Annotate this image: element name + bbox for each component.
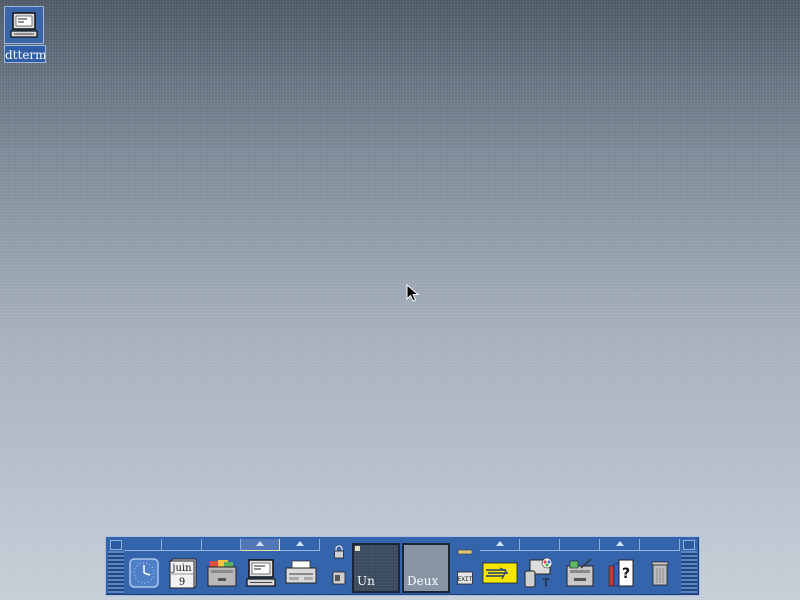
subpanel-tab-9[interactable] [600, 539, 640, 551]
svg-text:T: T [543, 578, 550, 589]
subpanel-tab-2[interactable] [162, 539, 202, 551]
subpanel-tab-8[interactable] [560, 539, 600, 551]
printer-icon [285, 560, 317, 584]
panel-drag-handle-right[interactable] [681, 551, 697, 595]
desktop-icon-label: dtterm [4, 45, 46, 63]
clock-icon [129, 558, 159, 588]
style-manager-icon: T [524, 557, 553, 589]
subpanel-tab-7[interactable] [520, 539, 560, 551]
lock-button[interactable] [330, 543, 348, 561]
busy-indicator-icon [332, 571, 346, 585]
subpanel-tab-10[interactable] [640, 539, 680, 551]
terminal[interactable] [242, 553, 280, 593]
screen-saver-button[interactable] [456, 543, 474, 561]
workspace-label: Deux [407, 574, 439, 588]
style-manager[interactable]: T [520, 553, 558, 593]
terminal-icon [246, 559, 276, 587]
mailer[interactable] [481, 553, 519, 593]
help-manager[interactable]: ? [602, 553, 640, 593]
subpanel-tab-1[interactable] [124, 539, 162, 551]
clock[interactable] [125, 553, 163, 593]
calendar-month: juin [171, 563, 192, 574]
calendar-day: 9 [179, 577, 185, 588]
workspace-switch: Un Deux EXIT [326, 539, 478, 593]
subpanel-tab-4[interactable] [241, 539, 280, 551]
calendar-icon: juin 9 [169, 558, 197, 589]
subpanel-tab-5[interactable] [280, 539, 320, 551]
trash[interactable] [641, 553, 679, 593]
subpanel-tab-3[interactable] [202, 539, 241, 551]
application-manager[interactable] [561, 553, 599, 593]
workspace-button-deux[interactable]: Deux [402, 543, 450, 593]
busy-indicator [330, 569, 348, 587]
application-manager-icon [566, 558, 594, 587]
calendar[interactable]: juin 9 [164, 553, 202, 593]
screen-saver-icon [457, 549, 473, 555]
panel-minimize-button[interactable] [683, 540, 695, 550]
desktop-icon-dtterm[interactable]: dtterm [4, 6, 46, 63]
trash-icon [651, 561, 669, 586]
workspace-label: Un [357, 574, 375, 588]
front-panel: juin 9 Un Deux EXIT T ? [105, 536, 700, 596]
workspace-button-un[interactable]: Un [352, 543, 400, 593]
panel-drag-handle-left[interactable] [108, 551, 124, 595]
exit-icon: EXIT [457, 571, 473, 585]
printer[interactable] [282, 553, 320, 593]
exit-button[interactable]: EXIT [456, 569, 474, 587]
subpanel-tab-6[interactable] [480, 539, 520, 551]
svg-text:?: ? [622, 566, 630, 582]
file-manager-icon [207, 560, 237, 587]
mailer-icon [482, 562, 518, 584]
exit-label: EXIT [458, 576, 473, 583]
panel-menu-button[interactable] [110, 540, 122, 550]
file-manager[interactable] [203, 553, 241, 593]
lock-icon [334, 545, 344, 559]
mouse-cursor-icon [406, 284, 420, 302]
help-manager-icon: ? [608, 559, 634, 587]
terminal-icon [4, 6, 44, 44]
